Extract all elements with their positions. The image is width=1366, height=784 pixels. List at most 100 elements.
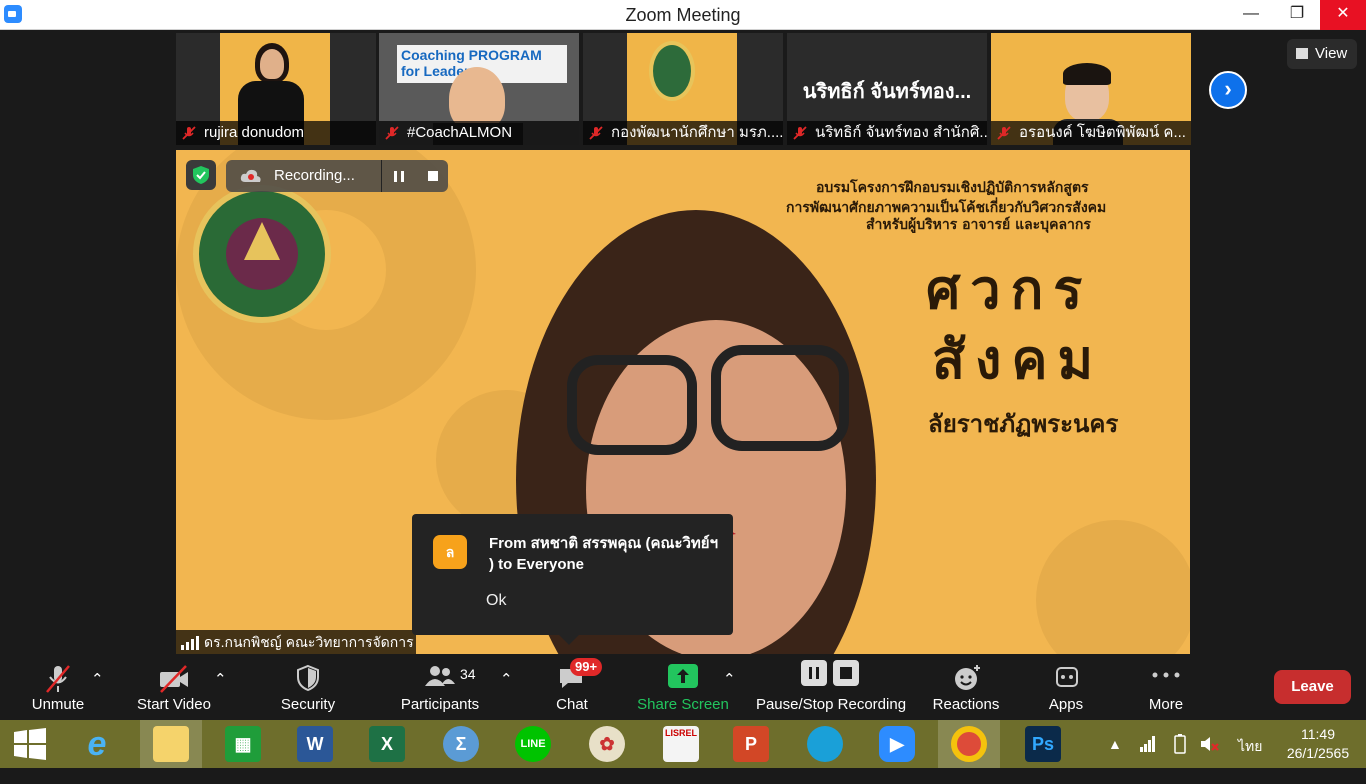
pause-stop-recording-button[interactable]: Pause/Stop Recording [754, 656, 908, 720]
file-explorer-icon [153, 726, 189, 762]
stop-recording-icon[interactable] [428, 171, 438, 181]
lisrel-icon: LISREL [663, 726, 699, 762]
network-signal-icon[interactable] [1140, 736, 1156, 752]
participant-thumbnail[interactable]: กองพัฒนานักศึกษา มรภ.... [583, 33, 783, 145]
taskbar-chrome[interactable] [938, 720, 1000, 768]
store-icon: ▦ [225, 726, 261, 762]
participant-name: #CoachALMON [407, 124, 513, 141]
participant-name-display: นริทธิก์ จันทร์ทอง... [802, 81, 972, 103]
taskbar-photoshop[interactable]: Ps [1012, 720, 1074, 768]
input-language-indicator[interactable]: ไทย [1238, 736, 1262, 784]
next-page-button[interactable]: › [1209, 71, 1247, 109]
taskbar-zoom[interactable]: ▶ [866, 720, 928, 768]
clock-date: 26/1/2565 [1286, 745, 1350, 761]
meeting-stage: rujira donudom Coaching PROGRAM for Lead… [0, 30, 1366, 656]
paint-icon: ✿ [589, 726, 625, 762]
muted-mic-icon [46, 665, 70, 693]
apps-icon [1056, 667, 1078, 687]
meeting-toolbar: Unmute ⌃ Start Video ⌃ Security 34 Parti… [0, 656, 1366, 720]
volume-muted-icon[interactable] [1200, 734, 1220, 754]
share-screen-button[interactable]: Share Screen [636, 656, 730, 720]
more-label: More [1148, 696, 1184, 713]
windows-taskbar: e ▦ W X Σ LINE ✿ LISREL P ▶ Ps ▲ ไทย 11:… [0, 720, 1366, 768]
excel-icon: X [369, 726, 405, 762]
unmute-button[interactable]: Unmute [22, 656, 94, 720]
view-button[interactable]: View [1287, 39, 1357, 69]
leave-button[interactable]: Leave [1274, 670, 1351, 704]
participant-name: กองพัฒนานักศึกษา มรภ.... [611, 124, 783, 141]
participant-name: อรอนงค์ โฆษิตพิพัฒน์ ค... [1019, 124, 1186, 141]
participants-icon [425, 666, 455, 686]
taskbar-store[interactable]: ▦ [212, 720, 274, 768]
apps-label: Apps [1048, 696, 1084, 713]
taskbar-internet-explorer[interactable]: e [66, 720, 128, 768]
speaker-name: ดร.กนกพิชญ์ คณะวิทยาการจัดการ [204, 634, 414, 650]
cloud-recording-icon [240, 169, 261, 182]
muted-mic-icon [589, 126, 603, 140]
security-shield-icon [297, 664, 319, 692]
taskbar-paint[interactable]: ✿ [576, 720, 638, 768]
taskbar-calculator[interactable]: Σ [430, 720, 492, 768]
edge-icon [807, 726, 843, 762]
taskbar-powerpoint[interactable]: P [720, 720, 782, 768]
minimize-button[interactable]: — [1228, 0, 1274, 30]
taskbar-word[interactable]: W [284, 720, 346, 768]
word-icon: W [297, 726, 333, 762]
sender-avatar: ล [433, 535, 467, 569]
speaker-name-label: ดร.กนกพิชญ์ คณะวิทยาการจัดการ [176, 630, 416, 654]
divider [381, 160, 382, 192]
taskbar-excel[interactable]: X [356, 720, 418, 768]
participant-thumbnail[interactable]: Coaching PROGRAM for Leader #CoachALMON [379, 33, 579, 145]
line-icon: LINE [515, 726, 551, 762]
muted-mic-icon [793, 126, 807, 140]
unmute-label: Unmute [31, 696, 85, 713]
clock-time: 11:49 [1301, 726, 1335, 742]
apps-button[interactable]: Apps [1042, 656, 1090, 720]
encryption-shield[interactable] [186, 160, 216, 190]
chrome-icon [951, 726, 987, 762]
close-button[interactable]: ✕ [1320, 0, 1366, 30]
shield-check-icon [193, 166, 209, 184]
pause-stop-recording-icon [801, 660, 859, 686]
participant-thumbnail[interactable]: อรอนงค์ โฆษิตพิพัฒน์ ค... [991, 33, 1191, 145]
more-button[interactable]: More [1140, 656, 1192, 720]
participants-button[interactable]: 34 Participants [398, 656, 482, 720]
taskbar-edge[interactable] [794, 720, 856, 768]
zoom-icon: ▶ [879, 726, 915, 762]
slide-subtitle: ลัยราชภัฏพระนคร [928, 410, 1119, 438]
gallery-view-icon [1296, 48, 1308, 59]
taskbar-line[interactable]: LINE [502, 720, 564, 768]
pause-recording-icon[interactable] [394, 171, 404, 182]
system-clock[interactable]: 11:49 26/1/2565 [1278, 725, 1358, 763]
participant-caption: กองพัฒนานักศึกษา มรภ.... [583, 121, 783, 145]
chat-label: Chat [556, 696, 588, 713]
calculator-icon: Σ [443, 726, 479, 762]
chat-notification[interactable]: ล From สหชาติ สรรพคุณ (คณะวิทย์ฯ ) to Ev… [412, 514, 733, 645]
participant-caption: #CoachALMON [379, 121, 579, 145]
maximize-button[interactable]: ❐ [1274, 0, 1320, 30]
participant-thumbnail[interactable]: rujira donudom [176, 33, 376, 145]
tray-overflow-icon[interactable]: ▲ [1108, 736, 1122, 784]
chat-button[interactable]: 99+ Chat [548, 656, 603, 720]
start-video-button[interactable]: Start Video [130, 656, 218, 720]
security-button[interactable]: Security [276, 656, 340, 720]
pause-stop-recording-label: Pause/Stop Recording [755, 696, 907, 713]
participants-count: 34 [460, 666, 476, 682]
security-label: Security [280, 696, 336, 713]
share-screen-label: Share Screen [637, 696, 729, 713]
slide-heading-line: อบรมโครงการฝึกอบรมเชิงปฏิบัติการหลักสูตร [816, 180, 1089, 196]
start-button[interactable] [0, 720, 62, 768]
participant-thumbnail[interactable]: นริทธิก์ จันทร์ทอง... นริทธิก์ จันทร์ทอง… [787, 33, 987, 145]
slide-heading-line: สำหรับผู้บริหาร อาจารย์ และบุคลากร [866, 217, 1091, 233]
muted-mic-icon [997, 126, 1011, 140]
video-off-icon [160, 665, 188, 693]
battery-icon[interactable] [1172, 734, 1188, 754]
taskbar-file-explorer[interactable] [140, 720, 202, 768]
participant-caption: อรอนงค์ โฆษิตพิพัฒน์ ค... [991, 121, 1191, 145]
reactions-button[interactable]: Reactions [930, 656, 1002, 720]
notification-message: From สหชาติ สรรพคุณ (คณะวิทย์ฯ ) to Ever… [489, 535, 719, 573]
internet-explorer-icon: e [87, 725, 107, 763]
ok-button[interactable]: Ok [486, 592, 506, 610]
window-title: Zoom Meeting [625, 5, 741, 25]
taskbar-lisrel[interactable]: LISREL [650, 720, 712, 768]
